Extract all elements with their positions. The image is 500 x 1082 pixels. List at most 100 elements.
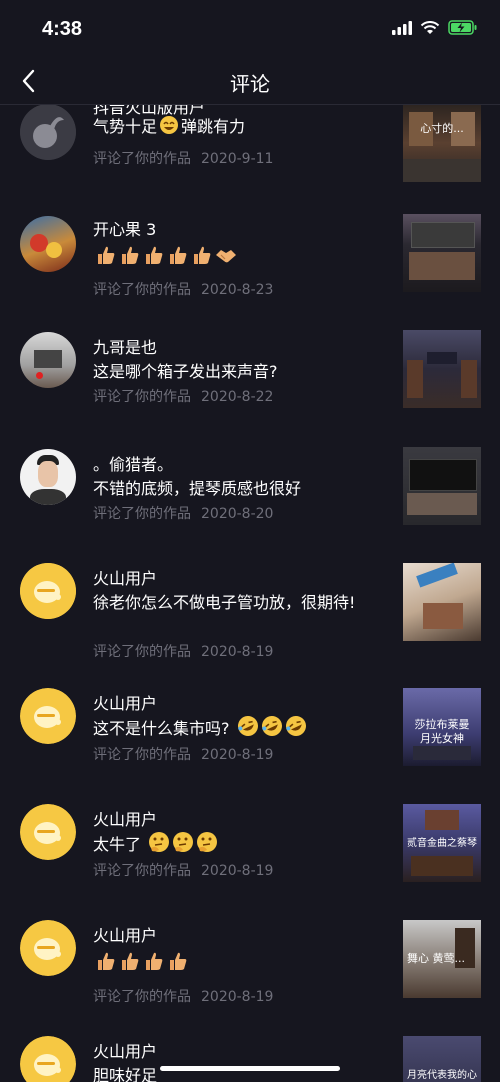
video-thumbnail[interactable]: 莎拉布莱曼 月光女神 [403,688,481,766]
avatar[interactable] [20,104,76,160]
comment-date: 2020-8-19 [201,644,274,660]
list-item[interactable]: 火山用户 这不是什么集市吗? 评论了你的作品 2020-8-19 莎拉布莱曼 月光… [0,688,500,798]
list-item[interactable]: 九哥是也 这是哪个箱子发出来声音? 评论了你的作品 2020-8-22 [0,330,500,440]
list-item[interactable]: 火山用户 徐老你怎么不做电子管功放，很期待! 评论了你的作品 2020-8-19 [0,563,500,683]
comment-action: 评论了你的作品 [93,282,191,298]
avatar[interactable] [20,563,76,619]
video-thumbnail[interactable]: 舞心 黄莺... [403,920,481,998]
comment-username[interactable]: 火山用户 [93,806,157,830]
comment-username[interactable]: 九哥是也 [93,334,157,358]
cabinet-shape [409,252,475,280]
screen-shape [409,459,477,491]
comment-text [93,950,363,978]
thumbnail-caption: 月光女神 [420,732,464,745]
comment-text [93,244,363,272]
body-shape [30,489,66,505]
video-thumbnail[interactable]: 月亮代表我的心 [403,1036,481,1082]
thumbs-up-emoji-icon [191,245,213,272]
rofl-emoji-icon [261,715,283,744]
comment-action: 评论了你的作品 [93,747,191,763]
speaker-shape [425,810,459,830]
video-thumbnail[interactable] [403,447,481,525]
cabinet-shape [413,746,471,760]
thumbs-up-emoji-icon [95,245,117,272]
comment-date: 2020-8-19 [201,747,274,763]
avatar[interactable] [20,449,76,505]
comment-meta: 评论了你的作品 2020-8-22 [93,386,273,406]
speaker-shape [461,360,477,398]
list-item[interactable]: 。偷猎者。 不错的底频，提琴质感也很好 评论了你的作品 2020-8-20 [0,447,500,557]
rack-shape [411,856,473,876]
default-user-icon [20,104,76,160]
list-item[interactable]: 火山用户 评论了你的作品 2020-8-19 舞心 黄莺... [0,920,500,1030]
thumbs-up-emoji-icon [119,951,141,978]
status-time: 4:38 [42,18,83,40]
furniture-shape [423,603,463,629]
rack-shape [407,493,477,515]
comment-date: 2020-9-11 [201,151,274,167]
video-thumbnail[interactable] [403,214,481,292]
avatar[interactable] [20,216,76,272]
thumbnail-caption: 月亮代表我的心 [407,1070,477,1081]
screen-shape [416,563,458,588]
comment-text: 这不是什么集市吗? [93,715,363,744]
comment-username[interactable]: 。偷猎者。 [93,451,173,475]
comment-text: 不错的底频，提琴质感也很好 [93,479,302,498]
comment-text-part: 这不是什么集市吗? [93,719,230,738]
thumbs-up-emoji-icon [143,245,165,272]
comment-meta: 评论了你的作品 2020-8-19 [93,986,273,1006]
thinking-emoji-icon [172,831,194,860]
list-item[interactable]: 抖音火山版用户 气势十足 弹跳有力 评论了你的作品 2020-9-11 心寸的... [0,104,500,204]
comment-date: 2020-8-23 [201,282,274,298]
home-indicator[interactable] [160,1066,340,1071]
comment-text-part: 弹跳有力 [181,117,246,136]
video-thumbnail[interactable] [403,563,481,641]
avatar[interactable] [20,920,76,976]
thumbnail-caption: 舞心 黄莺... [407,952,465,965]
screen-shape [427,352,457,364]
battery-charging-icon [448,20,477,35]
comment-date: 2020-8-22 [201,389,274,405]
comment-text-part: 气势十足 [93,117,158,136]
comment-text-part: 太牛了 [93,835,142,854]
comment-text: 徐老你怎么不做电子管功放，很期待! [93,593,356,612]
device-shape [34,350,62,368]
avatar[interactable] [20,804,76,860]
comment-username[interactable]: 火山用户 [93,1038,157,1062]
comment-meta: 评论了你的作品 2020-8-19 [93,860,273,880]
comment-date: 2020-8-19 [201,863,274,879]
floor-shape [403,159,481,182]
rofl-emoji-icon [237,715,259,744]
video-thumbnail[interactable]: 心寸的... [403,104,481,182]
status-bar: 4:38 [0,0,500,60]
thumbs-up-emoji-icon [167,951,189,978]
video-thumbnail[interactable] [403,330,481,408]
comment-username[interactable]: 火山用户 [93,690,157,714]
list-item[interactable]: 火山用户 胆味好足 月亮代表我的心 [0,1036,500,1082]
avatar[interactable] [20,688,76,744]
default-avatar-icon [20,688,76,744]
list-item[interactable]: 火山用户 太牛了 评论了你的作品 2020-8-19 贰音金曲之蔡琴演唱 [0,804,500,914]
default-avatar-icon [20,1036,76,1082]
thumbnail-caption: 贰音金曲之蔡琴演唱 [407,838,477,849]
comment-action: 评论了你的作品 [93,151,191,167]
signal-icon [392,20,412,35]
comment-action: 评论了你的作品 [93,644,191,660]
comment-username[interactable]: 火山用户 [93,565,157,589]
wifi-icon [420,20,440,34]
face-shape [38,461,58,487]
thumbs-up-emoji-icon [95,951,117,978]
thinking-emoji-icon [148,831,170,860]
comment-meta: 评论了你的作品 2020-8-19 [93,744,273,764]
default-avatar-icon [20,804,76,860]
comment-username[interactable]: 开心果 3 [93,216,156,240]
comment-date: 2020-8-20 [201,506,274,522]
avatar[interactable] [20,332,76,388]
comment-text: 气势十足 弹跳有力 [93,114,363,142]
avatar[interactable] [20,1036,76,1082]
comment-username[interactable]: 火山用户 [93,922,157,946]
video-thumbnail[interactable]: 贰音金曲之蔡琴演唱 [403,804,481,882]
thumbnail-caption: 心寸的... [420,122,464,135]
comment-list[interactable]: 抖音火山版用户 气势十足 弹跳有力 评论了你的作品 2020-9-11 心寸的...… [0,104,500,1082]
list-item[interactable]: 开心果 3 评论了你的作品 2020-8-23 [0,214,500,324]
